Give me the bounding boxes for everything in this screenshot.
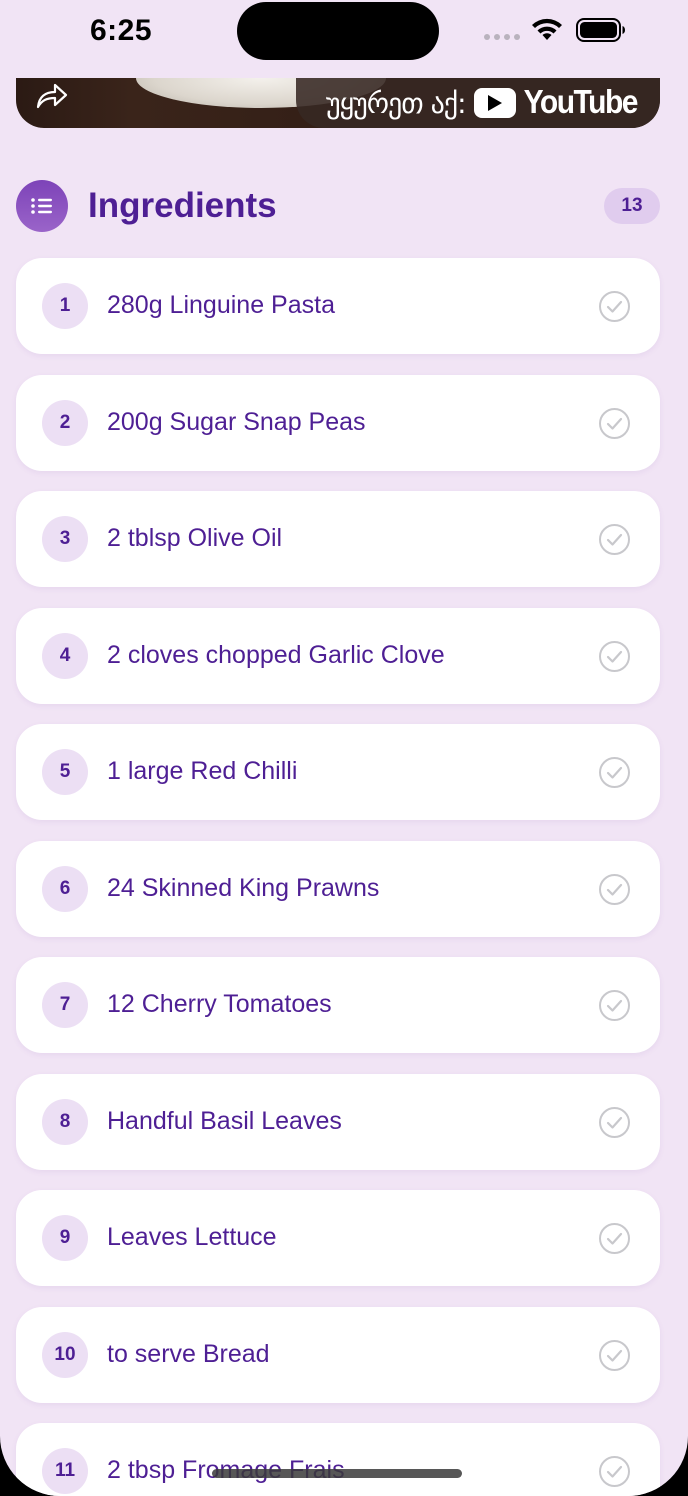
checkmark-circle-icon[interactable] (598, 756, 631, 789)
ingredient-text: 1 large Red Chilli (107, 757, 298, 785)
ingredient-text: 12 Cherry Tomatoes (107, 990, 332, 1018)
checkmark-circle-icon[interactable] (598, 873, 631, 906)
ingredient-number: 6 (42, 866, 88, 912)
checkmark-circle-icon[interactable] (598, 523, 631, 556)
ingredient-count-badge: 13 (604, 188, 660, 224)
ingredient-number: 3 (42, 516, 88, 562)
ingredient-item[interactable]: 3 2 tblsp Olive Oil (16, 491, 660, 587)
ingredient-text: 200g Sugar Snap Peas (107, 408, 366, 436)
home-indicator[interactable] (212, 1469, 462, 1478)
ingredient-text: 2 cloves chopped Garlic Clove (107, 641, 445, 669)
youtube-play-icon (473, 88, 516, 118)
watch-here-label: უყურეთ აქ: (326, 86, 467, 120)
ingredient-text: Leaves Lettuce (107, 1223, 277, 1251)
ingredient-item[interactable]: 10 to serve Bread (16, 1307, 660, 1403)
status-time: 6:25 (90, 14, 153, 47)
list-icon (16, 180, 68, 232)
video-thumbnail[interactable]: უყურეთ აქ: YouTube (16, 78, 660, 128)
ingredient-number: 5 (42, 749, 88, 795)
ingredient-item[interactable]: 6 24 Skinned King Prawns (16, 841, 660, 937)
ingredient-item[interactable]: 11 2 tbsp Fromage Frais (16, 1423, 660, 1496)
ingredient-item[interactable]: 5 1 large Red Chilli (16, 724, 660, 820)
checkmark-circle-icon[interactable] (598, 1455, 631, 1488)
dynamic-island (237, 2, 439, 60)
ingredient-item[interactable]: 9 Leaves Lettuce (16, 1190, 660, 1286)
ingredient-item[interactable]: 8 Handful Basil Leaves (16, 1074, 660, 1170)
ingredient-item[interactable]: 2 200g Sugar Snap Peas (16, 375, 660, 471)
ingredient-number: 8 (42, 1099, 88, 1145)
checkmark-circle-icon[interactable] (598, 290, 631, 323)
ingredient-item[interactable]: 7 12 Cherry Tomatoes (16, 957, 660, 1053)
checkmark-circle-icon[interactable] (598, 640, 631, 673)
checkmark-circle-icon[interactable] (598, 407, 631, 440)
checkmark-circle-icon[interactable] (598, 1106, 631, 1139)
status-bar: 6:25 (0, 0, 688, 70)
ingredient-text: Handful Basil Leaves (107, 1107, 342, 1135)
section-title: Ingredients (88, 186, 277, 225)
ingredients-header: Ingredients 13 (16, 180, 660, 232)
ingredient-number: 9 (42, 1215, 88, 1261)
youtube-label: YouTube (523, 84, 639, 121)
ingredient-text: 2 tblsp Olive Oil (107, 524, 283, 552)
ingredient-number: 7 (42, 982, 88, 1028)
checkmark-circle-icon[interactable] (598, 989, 631, 1022)
checkmark-circle-icon[interactable] (598, 1222, 631, 1255)
ingredient-number: 2 (42, 400, 88, 446)
ingredient-item[interactable]: 1 280g Linguine Pasta (16, 258, 660, 354)
battery-icon (576, 18, 625, 42)
share-arrow-icon (36, 83, 68, 109)
ingredient-number: 4 (42, 633, 88, 679)
app-screen: 6:25 უყურეთ აქ: YouTube Ingredients 13 1… (0, 0, 688, 1496)
ingredient-text: 280g Linguine Pasta (107, 291, 335, 319)
ingredient-number: 10 (42, 1332, 88, 1378)
ingredient-text: to serve Bread (107, 1340, 270, 1368)
ingredient-item[interactable]: 4 2 cloves chopped Garlic Clove (16, 608, 660, 704)
checkmark-circle-icon[interactable] (598, 1339, 631, 1372)
ingredient-text: 24 Skinned King Prawns (107, 874, 380, 902)
wifi-icon (532, 18, 562, 40)
share-button[interactable] (34, 78, 70, 114)
ingredient-number: 11 (42, 1448, 88, 1494)
ingredient-number: 1 (42, 283, 88, 329)
watch-on-youtube-button[interactable]: უყურეთ აქ: YouTube (296, 78, 660, 128)
cellular-signal-icon (484, 34, 520, 40)
